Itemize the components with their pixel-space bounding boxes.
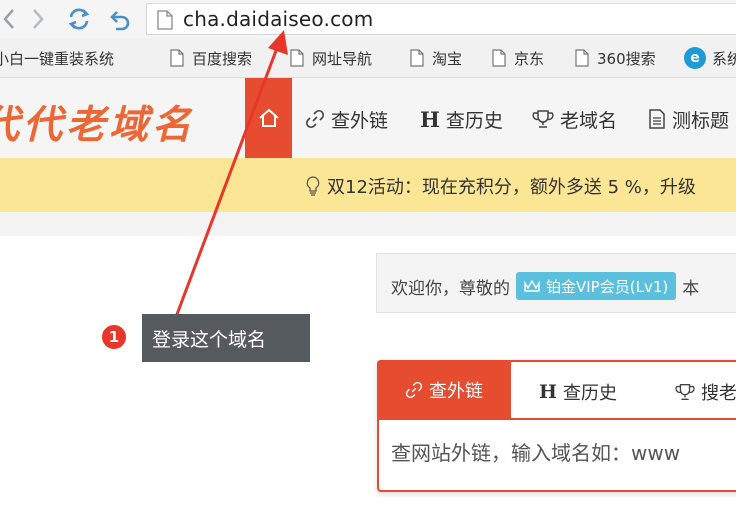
bookmark-item[interactable]: 京东 [492, 48, 544, 68]
promo-banner: 双12活动：现在充积分，额外多送 5 %，升级 [0, 158, 736, 212]
app-logo-icon: e [684, 47, 706, 69]
home-nav-button[interactable] [245, 78, 292, 158]
reload-button[interactable] [64, 4, 94, 34]
vip-label: 铂金VIP会员(Lv1) [546, 277, 669, 296]
nav-link-check-backlinks[interactable]: 查外链 [305, 107, 389, 132]
chevron-left-icon [3, 9, 14, 29]
bookmark-item[interactable]: 360搜索 [575, 48, 656, 68]
chevron-right-icon [33, 9, 44, 29]
bookmark-item[interactable]: 小白一键重装系统 [0, 48, 114, 68]
browser-toolbar: cha.daidaiseo.com [0, 0, 736, 38]
nav-link-old-domains[interactable]: 老域名 [532, 107, 618, 132]
document-icon [648, 109, 666, 129]
home-icon [258, 108, 279, 127]
bookmark-label: 小白一键重装系统 [0, 49, 115, 68]
bookmark-label: 360搜索 [597, 49, 656, 68]
h-icon: H [539, 381, 557, 403]
vip-badge[interactable]: 铂金VIP会员(Lv1) [516, 272, 677, 300]
doc-icon [575, 49, 589, 67]
domain-search-input[interactable] [379, 420, 736, 486]
tab-check-backlinks[interactable]: 查外链 [377, 360, 511, 420]
bookmark-label: 系统 [712, 49, 736, 68]
lightbulb-icon [306, 176, 320, 196]
nav-label: 查历史 [445, 109, 503, 132]
nav-label: 测标题 [672, 109, 730, 132]
welcome-panel: 欢迎你，尊敬的 铂金VIP会员(Lv1) 本 [376, 253, 736, 313]
undo-button[interactable] [104, 4, 134, 34]
doc-icon [410, 49, 424, 67]
bookmark-item[interactable]: 百度搜索 [170, 48, 252, 68]
link-icon [405, 381, 423, 399]
section-divider [0, 212, 736, 236]
back-button[interactable] [0, 4, 16, 34]
undo-icon [110, 11, 130, 31]
bookmark-item[interactable]: 淘宝 [410, 48, 462, 68]
bookmark-label: 百度搜索 [192, 49, 253, 68]
bookmark-item[interactable]: e 系统 [684, 47, 736, 69]
welcome-suffix: 本 [682, 278, 700, 299]
search-tabs: 查外链 H 查历史 搜老 [377, 360, 736, 420]
doc-icon [290, 49, 304, 67]
bookmark-label: 淘宝 [432, 49, 463, 68]
search-panel: 查外链 H 查历史 搜老 [377, 360, 736, 492]
promo-message[interactable]: 双12活动：现在充积分，额外多送 5 %，升级 [305, 173, 696, 199]
bookmark-label: 京东 [514, 49, 545, 68]
step-number-badge: 1 [100, 323, 128, 351]
page-icon [157, 10, 173, 30]
welcome-greeting: 欢迎你，尊敬的 [391, 278, 510, 299]
tab-label: 查历史 [562, 383, 617, 404]
tab-label: 搜老 [701, 383, 736, 404]
tab-label: 查外链 [429, 381, 483, 402]
bookmark-item[interactable]: 网址导航 [290, 48, 372, 68]
nav-link-test-title[interactable]: 测标题 [648, 107, 730, 132]
forward-button[interactable] [26, 4, 50, 34]
nav-link-check-history[interactable]: H 查历史 [420, 106, 503, 132]
address-url: cha.daidaiseo.com [183, 7, 374, 31]
annotation-callout: 登录这个域名 [142, 314, 310, 362]
nav-label: 查外链 [331, 109, 389, 132]
link-icon [305, 109, 325, 129]
tab-search-old-domains[interactable]: 搜老 [675, 380, 736, 404]
reload-icon [68, 8, 90, 30]
promo-text: 双12活动：现在充积分，额外多送 5 %，升级 [327, 177, 696, 198]
doc-icon [492, 49, 506, 67]
address-bar[interactable]: cha.daidaiseo.com [146, 3, 736, 35]
trophy-icon [532, 108, 554, 130]
bookmark-label: 网址导航 [312, 49, 373, 68]
bookmarks-bar: 小白一键重装系统 百度搜索 网址导航 淘宝 京东 360搜索 e 系统 [0, 38, 736, 78]
trophy-icon [675, 384, 695, 400]
crown-icon [524, 279, 540, 292]
site-header: 代代老域名 查外链 H 查历史 老域名 测标题 [0, 78, 736, 158]
doc-icon [170, 49, 184, 67]
tab-check-history[interactable]: H 查历史 [539, 380, 617, 404]
site-logo[interactable]: 代代老域名 [0, 94, 195, 150]
h-icon: H [420, 106, 440, 132]
nav-label: 老域名 [560, 109, 618, 132]
